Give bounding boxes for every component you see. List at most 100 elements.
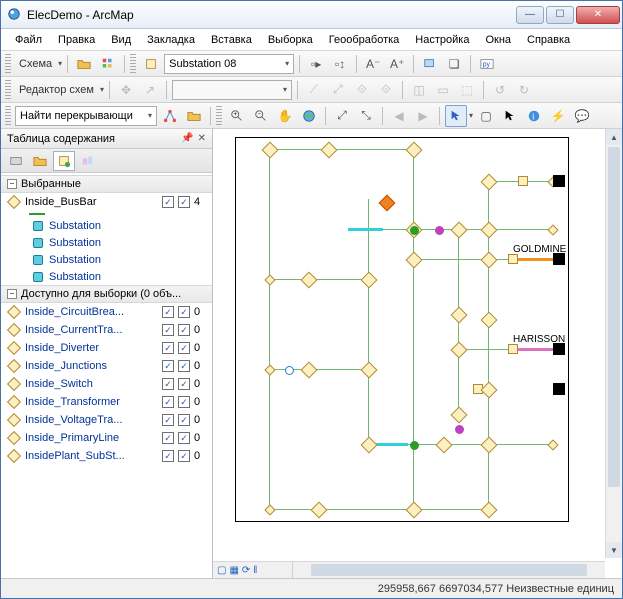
selected-group[interactable]: − Выбранные <box>1 175 212 193</box>
pan-button[interactable]: ✋ <box>274 105 296 127</box>
edit-vertex-button[interactable]: ↗ <box>139 79 161 101</box>
close-button[interactable]: ✕ <box>576 6 620 24</box>
table-row[interactable]: InsidePlant_SubSt...✓✓0 <box>1 447 212 465</box>
t4-button[interactable]: ⟐ <box>375 79 397 101</box>
prop-button[interactable] <box>419 53 441 75</box>
available-group[interactable]: − Доступно для выборки (0 объ... <box>1 285 212 303</box>
substation-combo[interactable]: Substation 08 ▾ <box>164 54 294 74</box>
menu-selection[interactable]: Выборка <box>260 32 321 48</box>
toc-body[interactable]: − Выбранные Inside_BusBar ✓ ✓ 4 Substati… <box>1 173 212 578</box>
table-row[interactable]: Inside_Transformer✓✓0 <box>1 393 212 411</box>
folder-open-button[interactable] <box>183 105 205 127</box>
layer-busbar[interactable]: Inside_BusBar ✓ ✓ 4 <box>1 193 212 211</box>
data-view-icon[interactable]: ▢ <box>217 565 226 576</box>
scroll-up-icon[interactable]: ▲ <box>606 129 622 145</box>
arrow-tool-button[interactable] <box>499 105 521 127</box>
move-node-button[interactable]: ✥ <box>115 79 137 101</box>
fixed-zoomin-button[interactable]: ⤢ <box>331 105 353 127</box>
zoom-in-button[interactable]: + <box>226 105 248 127</box>
font-increase-button[interactable]: A⁺ <box>386 53 408 75</box>
toolbar-handle-3[interactable] <box>5 80 11 100</box>
t9-button[interactable]: ↻ <box>513 79 535 101</box>
select-rect-button[interactable]: ▫▸ <box>305 53 327 75</box>
refresh-icon[interactable]: ⟳ <box>242 565 250 576</box>
menu-view[interactable]: Вид <box>103 32 139 48</box>
menu-windows[interactable]: Окна <box>477 32 519 48</box>
toc-tab-visibility[interactable] <box>77 151 99 171</box>
collapse-icon[interactable]: − <box>7 179 17 189</box>
toc-tab-selection[interactable] <box>53 151 75 171</box>
forward-button[interactable]: ▶ <box>412 105 434 127</box>
fixed-zoomout-button[interactable]: ⤡ <box>355 105 377 127</box>
python-button[interactable]: py <box>476 53 498 75</box>
sub-item[interactable]: Substation <box>33 234 212 251</box>
toolbar-handle-4[interactable] <box>5 106 11 126</box>
identify-button[interactable]: i <box>523 105 545 127</box>
toolbar-handle[interactable] <box>5 54 11 74</box>
toc-header[interactable]: Таблица содержания 📌 ✕ <box>1 129 212 149</box>
link-button[interactable]: ❏ <box>443 53 465 75</box>
checkbox[interactable]: ✓ <box>162 196 174 208</box>
menu-customize[interactable]: Настройка <box>407 32 477 48</box>
clear-select-button[interactable]: ▢ <box>475 105 497 127</box>
close-panel-icon[interactable]: ✕ <box>198 133 206 144</box>
workspace-body: Таблица содержания 📌 ✕ − Выбранные Insid… <box>1 129 622 578</box>
t6-button[interactable]: ▭ <box>432 79 454 101</box>
minimize-button[interactable]: — <box>516 6 544 24</box>
pause-icon[interactable]: ‖ <box>253 565 257 576</box>
icon-tool[interactable] <box>140 53 162 75</box>
t1-button[interactable]: ⟋ <box>303 79 325 101</box>
full-extent-button[interactable] <box>298 105 320 127</box>
pin-icon[interactable]: 📌 <box>181 133 193 144</box>
svg-text:+: + <box>234 111 238 118</box>
maximize-button[interactable]: ☐ <box>546 6 574 24</box>
scroll-down-icon[interactable]: ▼ <box>606 542 622 558</box>
toolbar-handle-2[interactable] <box>130 54 136 74</box>
menu-insert[interactable]: Вставка <box>203 32 260 48</box>
table-row[interactable]: Inside_VoltageTra...✓✓0 <box>1 411 212 429</box>
menu-edit[interactable]: Правка <box>50 32 103 48</box>
collapse-icon[interactable]: − <box>7 289 17 299</box>
t3-button[interactable]: ⟐ <box>351 79 373 101</box>
select-toggle-button[interactable]: ▫↕ <box>329 53 351 75</box>
scroll-thumb[interactable] <box>608 147 620 487</box>
menu-help[interactable]: Справка <box>519 32 578 48</box>
editor-combo[interactable]: ▾ <box>172 80 292 100</box>
table-row[interactable]: Inside_CircuitBrea...✓✓0 <box>1 303 212 321</box>
table-row[interactable]: Inside_CurrentTra...✓✓0 <box>1 321 212 339</box>
html-popup-button[interactable]: 💬 <box>571 105 593 127</box>
menu-geoprocessing[interactable]: Геообработка <box>321 32 408 48</box>
vertical-scrollbar[interactable]: ▲ ▼ <box>605 129 622 558</box>
table-row[interactable]: Inside_PrimaryLine✓✓0 <box>1 429 212 447</box>
layout-view-icon[interactable]: ▦ <box>229 565 238 576</box>
table-row[interactable]: Inside_Switch✓✓0 <box>1 375 212 393</box>
back-button[interactable]: ◀ <box>388 105 410 127</box>
menu-bookmark[interactable]: Закладка <box>139 32 203 48</box>
horizontal-scrollbar[interactable]: ▢ ▦ ⟳ ‖ <box>213 561 605 578</box>
sub-item[interactable]: Substation <box>33 268 212 285</box>
hyperlink-button[interactable]: ⚡ <box>547 105 569 127</box>
toc-tab-drawing[interactable] <box>29 151 51 171</box>
sub-item[interactable]: Substation <box>33 217 212 234</box>
grid-tool-button[interactable] <box>97 53 119 75</box>
table-row[interactable]: Inside_Junctions✓✓0 <box>1 357 212 375</box>
open-folder-button[interactable] <box>73 53 95 75</box>
titlebar[interactable]: ElecDemo - ArcMap — ☐ ✕ <box>1 1 622 29</box>
checkbox[interactable]: ✓ <box>178 196 190 208</box>
find-overlapping-combo[interactable]: Найти перекрывающи ▾ <box>15 106 157 126</box>
map-canvas[interactable]: GOLDMINE HARISSON ▲ ▼ ▢ ▦ ⟳ ‖ <box>213 129 622 578</box>
table-row[interactable]: Inside_Diverter✓✓0 <box>1 339 212 357</box>
net-tool-button[interactable] <box>159 105 181 127</box>
scroll-thumb-h[interactable] <box>311 564 587 576</box>
t8-button[interactable]: ↺ <box>489 79 511 101</box>
font-decrease-button[interactable]: A⁻ <box>362 53 384 75</box>
menu-file[interactable]: Файл <box>7 32 50 48</box>
zoom-out-button[interactable]: − <box>250 105 272 127</box>
t5-button[interactable]: ◫ <box>408 79 430 101</box>
t2-button[interactable]: ⤢ <box>327 79 349 101</box>
select-cursor-button[interactable] <box>445 105 467 127</box>
toolbar-handle-5[interactable] <box>216 106 222 126</box>
toc-tab-source[interactable] <box>5 151 27 171</box>
sub-item[interactable]: Substation <box>33 251 212 268</box>
t7-button[interactable]: ⬚ <box>456 79 478 101</box>
